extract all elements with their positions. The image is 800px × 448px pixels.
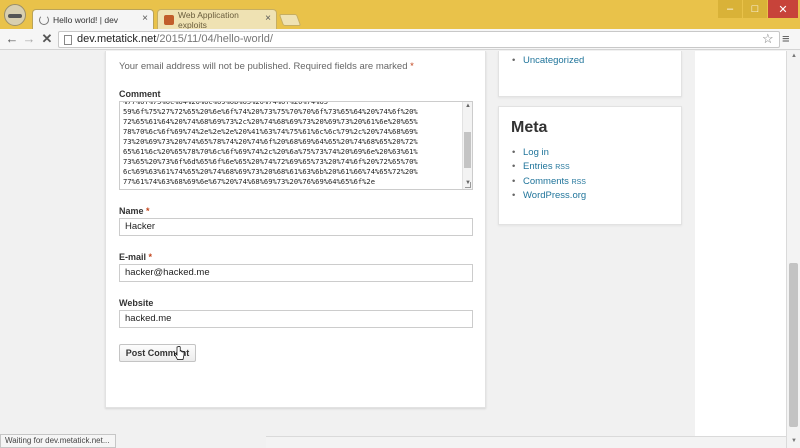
address-path: /2015/11/04/hello-world/ bbox=[156, 33, 273, 45]
page-scroll-thumb[interactable] bbox=[789, 263, 798, 427]
back-button[interactable]: ← bbox=[4, 31, 20, 47]
email-input[interactable]: hacker@hacked.me bbox=[119, 264, 473, 282]
meta-link-comments-rss[interactable]: Comments RSS bbox=[511, 175, 586, 190]
sidebar: Uncategorized Meta Log in Entries RSS Co… bbox=[498, 51, 682, 436]
meta-link-label: Comments bbox=[523, 175, 569, 187]
forward-button[interactable]: → bbox=[21, 31, 37, 47]
name-label: Name * bbox=[119, 206, 150, 216]
hand-cursor-icon bbox=[174, 346, 185, 360]
email-label: E-mail * bbox=[119, 252, 152, 262]
meta-list: Log in Entries RSS Comments RSS WordPres… bbox=[511, 146, 586, 203]
required-mark: * bbox=[146, 206, 150, 216]
website-input[interactable]: hacked.me bbox=[119, 310, 473, 328]
close-window-button[interactable]: ✕ bbox=[768, 0, 798, 18]
tab-hello-world[interactable]: Hello world! | dev × bbox=[32, 9, 154, 29]
name-input[interactable]: Hacker bbox=[119, 218, 473, 236]
page-icon bbox=[64, 35, 72, 45]
comment-form: Your email address will not be published… bbox=[105, 51, 486, 408]
maximize-button[interactable]: □ bbox=[743, 0, 767, 18]
scroll-down-icon[interactable]: ▼ bbox=[789, 438, 799, 444]
textarea-scroll-thumb[interactable] bbox=[464, 132, 471, 168]
tab-title: Web Application exploits bbox=[178, 9, 239, 30]
loading-spinner-icon bbox=[39, 15, 49, 25]
category-link[interactable]: Uncategorized bbox=[511, 54, 584, 68]
comment-textarea[interactable]: %77%6f%75%6c%64%20%6c%69%6b%65%20%74%6f%… bbox=[119, 101, 473, 190]
meta-link-label: Entries bbox=[523, 160, 553, 172]
incognito-spy-icon bbox=[4, 4, 26, 26]
meta-link-label: WordPress.org bbox=[523, 190, 587, 202]
meta-link-label: Log in bbox=[523, 147, 549, 158]
comment-text: %77%6f%75%6c%64%20%6c%69%6b%65%20%74%6f%… bbox=[123, 101, 418, 186]
address-host: dev.metatick.net bbox=[77, 33, 157, 45]
minimize-button[interactable]: – bbox=[718, 0, 742, 18]
form-notes-text: Your email address will not be published… bbox=[119, 61, 408, 72]
tab-title: Hello world! | dev bbox=[53, 14, 119, 25]
browser-toolbar: ← → ✕ dev.metatick.net/2015/11/04/hello-… bbox=[0, 29, 800, 50]
content-edge bbox=[695, 51, 786, 436]
scroll-up-icon[interactable]: ▲ bbox=[789, 53, 799, 59]
new-tab-button[interactable] bbox=[278, 14, 302, 26]
scroll-up-icon[interactable]: ▲ bbox=[464, 102, 472, 110]
status-bubble: Waiting for dev.metatick.net... bbox=[0, 434, 117, 448]
meta-widget: Meta Log in Entries RSS Comments RSS Wor… bbox=[498, 106, 682, 225]
tab-web-application-exploits[interactable]: Web Application exploits × bbox=[157, 9, 277, 30]
meta-link-login[interactable]: Log in bbox=[511, 146, 586, 160]
tab-close-icon[interactable]: × bbox=[142, 13, 148, 24]
website-label: Website bbox=[119, 298, 154, 308]
horizontal-scrollbar[interactable] bbox=[266, 436, 786, 448]
required-mark: * bbox=[148, 252, 153, 262]
categories-list: Uncategorized bbox=[511, 54, 584, 68]
resize-grip-icon[interactable] bbox=[465, 182, 471, 188]
meta-link-wordpress[interactable]: WordPress.org bbox=[511, 189, 586, 203]
site-favicon-icon bbox=[164, 15, 174, 25]
form-notes: Your email address will not be published… bbox=[119, 61, 414, 72]
email-label-text: E-mail bbox=[119, 252, 147, 262]
page-viewport: Your email address will not be published… bbox=[0, 51, 786, 436]
browser-titlebar: Hello world! | dev × Web Application exp… bbox=[0, 0, 800, 30]
browser-menu-icon[interactable]: ≡ bbox=[782, 31, 790, 46]
textarea-scrollbar[interactable]: ▲ ▼ bbox=[462, 102, 472, 189]
tab-close-icon[interactable]: × bbox=[265, 13, 271, 24]
address-bar[interactable]: dev.metatick.net/2015/11/04/hello-world/ bbox=[58, 31, 780, 48]
stop-loading-button[interactable]: ✕ bbox=[39, 31, 55, 47]
meta-link-entries-rss[interactable]: Entries RSS bbox=[511, 160, 586, 175]
rss-abbr: RSS bbox=[571, 178, 586, 186]
name-label-text: Name bbox=[119, 206, 144, 216]
bookmark-star-icon[interactable]: ☆ bbox=[762, 31, 774, 47]
page-scrollbar[interactable]: ▲ ▼ bbox=[786, 51, 800, 448]
meta-title: Meta bbox=[511, 119, 548, 136]
rss-abbr: RSS bbox=[555, 163, 570, 171]
categories-widget: Uncategorized bbox=[498, 51, 682, 97]
required-mark: * bbox=[410, 61, 414, 72]
comment-label: Comment bbox=[119, 89, 161, 99]
